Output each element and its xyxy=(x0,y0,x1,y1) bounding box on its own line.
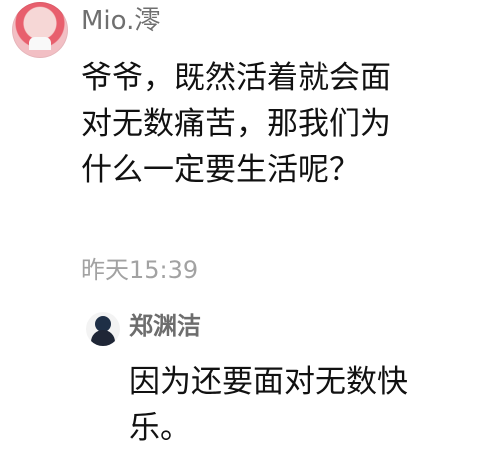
reply-avatar-icon[interactable] xyxy=(86,312,120,346)
reply-item: 郑渊洁 因为还要面对无数快乐。 xyxy=(86,307,426,447)
post-text: 爷爷，既然活着就会面对无数痛苦，那我们为什么一定要生活呢？ xyxy=(81,60,391,188)
comment-thread: Mio.澪 爷爷，既然活着就会面对无数痛苦，那我们为什么一定要生活呢？ 昨天15… xyxy=(0,0,486,457)
reply-text: 因为还要面对无数快乐。 xyxy=(129,364,408,446)
reply-username[interactable]: 郑渊洁 xyxy=(129,310,201,342)
post-username[interactable]: Mio.澪 xyxy=(81,6,160,36)
user-avatar-icon[interactable] xyxy=(12,2,68,58)
post-timestamp: 昨天15:39 xyxy=(81,256,199,284)
